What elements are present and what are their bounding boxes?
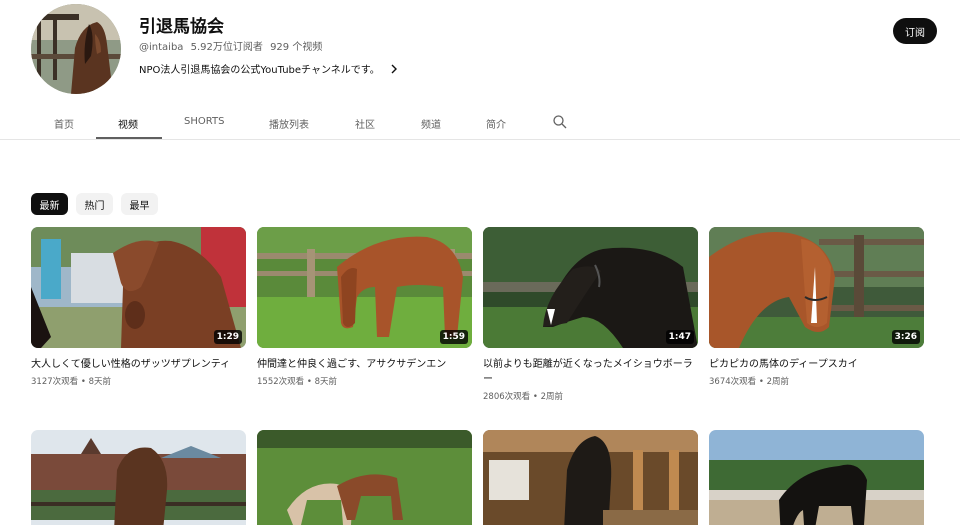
video-age: 8天前	[314, 377, 337, 387]
channel-description[interactable]: NPO法人引退馬協会の公式YouTubeチャンネルです。	[139, 61, 399, 76]
video-card[interactable]: 1:59 仲間達と仲良く過ごす、アサクサデンエン 1552次观看 • 8天前	[257, 227, 472, 387]
horse-thumbnail-image	[709, 430, 924, 525]
tab-channels[interactable]: 频道	[421, 116, 441, 131]
video-thumbnail[interactable]	[709, 430, 924, 525]
video-views: 3127次观看	[31, 377, 79, 387]
channel-tabs: 首页 视频 SHORTS 播放列表 社区 频道 简介	[0, 104, 960, 140]
tab-about[interactable]: 简介	[486, 116, 506, 131]
horse-thumbnail-image	[31, 227, 246, 348]
chevron-right-icon	[391, 64, 397, 73]
video-thumbnail[interactable]	[31, 430, 246, 525]
channel-avatar[interactable]	[31, 4, 121, 94]
video-views: 3674次观看	[709, 377, 757, 387]
video-title[interactable]: 以前よりも距離が近くなったメイショウボーラー	[483, 357, 698, 387]
video-card[interactable]: 3:26 ピカピカの馬体のディープスカイ 3674次观看 • 2周前	[709, 227, 924, 387]
horse-thumbnail-image	[257, 227, 472, 348]
video-title[interactable]: 大人しくて優しい性格のザッツザプレンティ	[31, 357, 246, 372]
video-card[interactable]: 1:29 大人しくて優しい性格のザッツザプレンティ 3127次观看 • 8天前	[31, 227, 246, 387]
tab-home[interactable]: 首页	[54, 116, 74, 131]
video-thumbnail[interactable]	[483, 430, 698, 525]
video-count: 929 个视频	[270, 42, 323, 53]
tab-shorts[interactable]: SHORTS	[184, 116, 224, 127]
tab-videos[interactable]: 视频	[118, 116, 138, 131]
video-meta: 2806次观看 • 2周前	[483, 392, 563, 402]
horse-thumbnail-image	[483, 430, 698, 525]
video-meta: 1552次观看 • 8天前	[257, 377, 337, 387]
video-duration: 1:29	[213, 330, 242, 344]
channel-meta: @intaiba 5.92万位订阅者 929 个视频	[139, 38, 326, 53]
video-card[interactable]	[257, 430, 472, 525]
tab-community[interactable]: 社区	[355, 116, 375, 131]
search-icon[interactable]	[552, 114, 568, 130]
video-card[interactable]	[709, 430, 924, 525]
channel-title: 引退馬協会	[139, 17, 224, 37]
chip-oldest[interactable]: 最早	[121, 193, 158, 215]
active-tab-indicator	[96, 137, 162, 139]
video-views: 2806次观看	[483, 392, 531, 402]
horse-thumbnail-image	[709, 227, 924, 348]
video-duration: 3:26	[891, 330, 920, 344]
video-duration: 1:47	[665, 330, 694, 344]
video-card[interactable]	[31, 430, 246, 525]
video-age: 2周前	[540, 392, 563, 402]
video-meta: 3674次观看 • 2周前	[709, 377, 789, 387]
video-duration: 1:59	[439, 330, 468, 344]
video-card[interactable]	[483, 430, 698, 525]
horse-thumbnail-image	[257, 430, 472, 525]
video-thumbnail[interactable]: 3:26	[709, 227, 924, 348]
video-thumbnail[interactable]	[257, 430, 472, 525]
video-card[interactable]: 1:47 以前よりも距離が近くなったメイショウボーラー 2806次观看 • 2周…	[483, 227, 698, 402]
channel-header: 引退馬協会 @intaiba 5.92万位订阅者 929 个视频 NPO法人引退…	[0, 0, 960, 104]
video-title[interactable]: ピカピカの馬体のディープスカイ	[709, 357, 924, 372]
chip-latest[interactable]: 最新	[31, 193, 68, 215]
subscriber-count: 5.92万位订阅者	[190, 42, 263, 53]
subscribe-button[interactable]: 订阅	[893, 18, 937, 44]
channel-handle: @intaiba	[139, 42, 184, 53]
horse-thumbnail-image	[483, 227, 698, 348]
video-thumbnail[interactable]: 1:59	[257, 227, 472, 348]
channel-description-text: NPO法人引退馬協会の公式YouTubeチャンネルです。	[139, 65, 380, 76]
horse-thumbnail-image	[31, 430, 246, 525]
video-thumbnail[interactable]: 1:29	[31, 227, 246, 348]
video-thumbnail[interactable]: 1:47	[483, 227, 698, 348]
horse-avatar-image	[31, 4, 121, 94]
chip-popular[interactable]: 热门	[76, 193, 113, 215]
video-title[interactable]: 仲間達と仲良く過ごす、アサクサデンエン	[257, 357, 472, 372]
video-meta: 3127次观看 • 8天前	[31, 377, 111, 387]
tab-playlists[interactable]: 播放列表	[269, 116, 309, 131]
video-age: 2周前	[766, 377, 789, 387]
video-age: 8天前	[88, 377, 111, 387]
video-views: 1552次观看	[257, 377, 305, 387]
